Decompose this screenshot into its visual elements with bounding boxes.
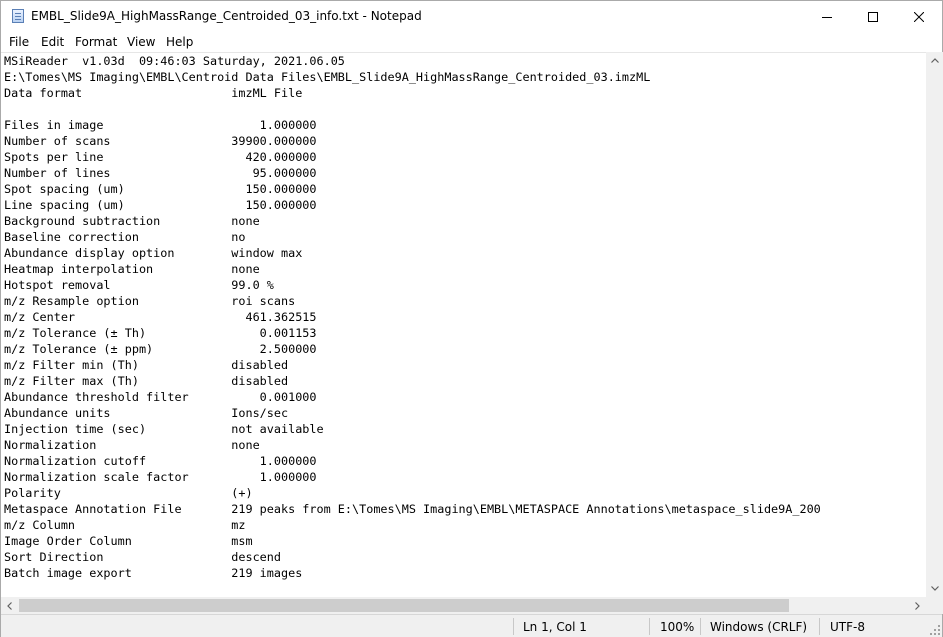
text-line: Files in image 1.000000 [4, 118, 317, 132]
text-line: Background subtraction none [4, 214, 260, 228]
chevron-right-icon [915, 601, 920, 610]
text-line: Normalization none [4, 438, 260, 452]
scroll-up-button[interactable] [926, 52, 943, 69]
text-line: Polarity (+) [4, 486, 253, 500]
text-line: Spot spacing (um) 150.000000 [4, 182, 317, 196]
text-line: Normalization scale factor 1.000000 [4, 470, 317, 484]
text-line: m/z Filter max (Th) disabled [4, 374, 289, 388]
close-icon [914, 11, 924, 22]
text-line: m/z Resample option roi scans [4, 294, 296, 308]
scrollbar-corner [926, 597, 943, 614]
text-editor-area[interactable]: MSiReader v1.03d 09:46:03 Saturday, 2021… [1, 52, 926, 598]
horizontal-scrollbar[interactable] [1, 597, 926, 614]
title-bar[interactable]: EMBL_Slide9A_HighMassRange_Centroided_03… [1, 1, 942, 32]
status-bar: Ln 1, Col 1 100% Windows (CRLF) UTF-8 [1, 614, 942, 637]
text-line: Data format imzML File [4, 86, 303, 100]
status-separator [700, 618, 701, 635]
menu-file[interactable]: File [9, 34, 29, 50]
maximize-button[interactable] [850, 1, 896, 32]
status-separator [513, 618, 514, 635]
text-line: Normalization cutoff 1.000000 [4, 454, 317, 468]
text-line: Abundance units Ions/sec [4, 406, 289, 420]
window-title: EMBL_Slide9A_HighMassRange_Centroided_03… [31, 9, 422, 23]
text-line: m/z Tolerance (± Th) 0.001153 [4, 326, 317, 340]
notepad-window: EMBL_Slide9A_HighMassRange_Centroided_03… [0, 0, 943, 637]
text-line: Number of lines 95.000000 [4, 166, 317, 180]
minimize-icon [822, 16, 832, 18]
menu-format[interactable]: Format [75, 34, 117, 50]
text-line: m/z Tolerance (± ppm) 2.500000 [4, 342, 317, 356]
minimize-button[interactable] [804, 1, 850, 32]
text-line: Abundance threshold filter 0.001000 [4, 390, 317, 404]
text-line: Image Order Column msm [4, 534, 253, 548]
text-line: Sort Direction descend [4, 550, 281, 564]
text-line: Line spacing (um) 150.000000 [4, 198, 317, 212]
menu-bar: File Edit Format View Help [1, 32, 942, 52]
text-line: m/z Center 461.362515 [4, 310, 317, 324]
text-line: Metaspace Annotation File 219 peaks from… [4, 502, 821, 516]
text-line: Injection time (sec) not available [4, 422, 324, 436]
text-line: Batch image export 219 images [4, 566, 303, 580]
vertical-scrollbar[interactable] [926, 52, 943, 597]
text-line: Number of scans 39900.000000 [4, 134, 317, 148]
menu-edit[interactable]: Edit [41, 34, 64, 50]
text-line: Baseline correction no [4, 230, 246, 244]
chevron-up-icon [930, 58, 939, 63]
text-line: Spots per line 420.000000 [4, 150, 317, 164]
text-line: m/z Column mz [4, 518, 246, 532]
menu-help[interactable]: Help [166, 34, 193, 50]
chevron-left-icon [7, 601, 12, 610]
chevron-down-icon [930, 586, 939, 591]
scroll-down-button[interactable] [926, 580, 943, 597]
text-line: Hotspot removal 99.0 % [4, 278, 274, 292]
status-encoding: UTF-8 [830, 620, 865, 634]
status-cursor-position: Ln 1, Col 1 [523, 620, 587, 634]
close-button[interactable] [896, 1, 942, 32]
status-separator [819, 618, 820, 635]
status-line-ending: Windows (CRLF) [710, 620, 808, 634]
text-line: Heatmap interpolation none [4, 262, 260, 276]
text-line: m/z Filter min (Th) disabled [4, 358, 289, 372]
text-line: Abundance display option window max [4, 246, 303, 260]
text-line: MSiReader v1.03d 09:46:03 Saturday, 2021… [4, 54, 345, 68]
maximize-icon [868, 11, 878, 22]
scroll-left-button[interactable] [1, 597, 18, 614]
notepad-icon[interactable] [12, 9, 24, 23]
scroll-right-button[interactable] [909, 597, 926, 614]
resize-grip-icon[interactable] [930, 625, 940, 635]
menu-view[interactable]: View [127, 34, 155, 50]
horizontal-scroll-thumb[interactable] [19, 599, 789, 612]
status-separator [649, 618, 650, 635]
text-line: E:\Tomes\MS Imaging\EMBL\Centroid Data F… [4, 70, 651, 84]
status-zoom: 100% [660, 620, 695, 634]
